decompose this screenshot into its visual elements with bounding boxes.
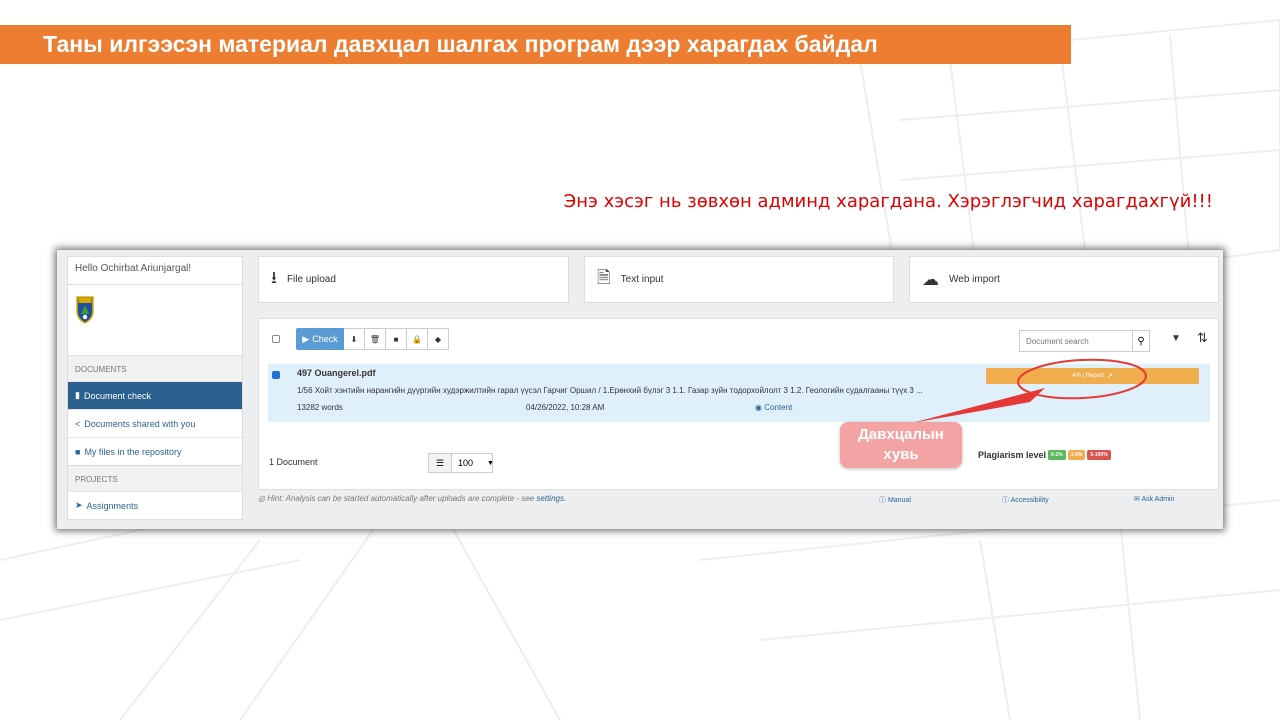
callout-line-1: Давхцалын [858, 426, 944, 443]
sidebar-item-shared-documents[interactable]: < Documents shared with you [68, 409, 242, 437]
info-icon: ⓘ [1002, 497, 1009, 504]
callout-line-2: хувь [883, 446, 919, 463]
badge-low: 0-1% [1048, 450, 1066, 460]
report-label: 4% | Report [1072, 373, 1104, 379]
play-icon: ▶ [302, 333, 310, 344]
ask-admin-link[interactable]: ✉ Ask Admin [1134, 495, 1175, 503]
sidebar: Hello Ochirbat Ariunjargal! DOCUMENTS ▮ … [67, 256, 243, 520]
lock-button[interactable]: 🔒 [407, 328, 428, 350]
slide-title: Таны илгээсэн материал давхцал шалгах пр… [43, 31, 878, 57]
sidebar-item-label: Assignments [86, 500, 139, 511]
projects-section-title: PROJECTS [68, 465, 242, 491]
check-button-label: Check [312, 334, 338, 344]
chevron-down-icon: ▼ [487, 459, 494, 467]
sidebar-item-label: Documents shared with you [84, 418, 196, 429]
eye-icon: ◉ [755, 403, 762, 412]
book-icon: ■ [75, 446, 81, 457]
check-button[interactable]: ▶ Check [296, 328, 344, 350]
tag-button[interactable]: ◆ [428, 328, 449, 350]
send-icon: ➤ [75, 500, 83, 510]
sidebar-item-repository[interactable]: ■ My files in the repository [68, 437, 242, 465]
admin-notice: Энэ хэсэг нь зөвхөн админд харагдана. Хэ… [563, 191, 1213, 212]
sidebar-user-card: Hello Ochirbat Ariunjargal! DOCUMENTS ▮ … [67, 256, 243, 520]
document-icon: 🗎 [597, 268, 611, 287]
envelope-icon: ✉ [1134, 496, 1140, 503]
search-button[interactable]: ⚲ [1132, 331, 1149, 351]
file-upload-label: File upload [286, 274, 336, 285]
delete-button[interactable]: 🗑 [365, 328, 386, 350]
filter-icon[interactable]: ▼ [1171, 333, 1181, 344]
info-icon: ⓘ [879, 497, 886, 504]
document-list-panel: ▶ Check ⬇ 🗑 ■ 🔒 ◆ ⚲ ▼ ⇅ 497 Ouangerel.pd… [258, 318, 1219, 490]
document-search-input[interactable] [1020, 331, 1132, 351]
documents-section-title: DOCUMENTS [68, 355, 242, 381]
select-all-checkbox[interactable] [272, 335, 280, 343]
tag-icon: ◆ [434, 334, 442, 344]
plagiarism-legend: Plagiarism level 0-1% 1-5% 5-100% [978, 450, 1111, 460]
book-icon: ■ [393, 334, 399, 344]
document-toolbar: ▶ Check ⬇ 🗑 ■ 🔒 ◆ [296, 328, 449, 350]
document-excerpt: 1/56 Хойт хэнтийн нарангийн дүүргийн худ… [297, 386, 923, 395]
app-screenshot: Hello Ochirbat Ariunjargal! DOCUMENTS ▮ … [57, 250, 1223, 529]
badge-high: 5-100% [1087, 450, 1111, 460]
settings-link[interactable]: settings. [536, 494, 566, 503]
download-button[interactable]: ⬇ [344, 328, 365, 350]
shield-logo-icon [76, 296, 94, 324]
accessibility-link[interactable]: ⓘ Accessibility [1002, 495, 1049, 505]
download-icon: ⬇ [350, 334, 358, 344]
document-count: 1 Document [269, 457, 318, 467]
upload-date: 04/26/2022, 10:28 AM [526, 403, 605, 412]
document-name[interactable]: 497 Ouangerel.pdf [297, 368, 376, 378]
repository-button[interactable]: ■ [386, 328, 407, 350]
per-page-select[interactable]: ☰ 100 ▼ [428, 453, 494, 473]
greeting: Hello Ochirbat Ariunjargal! [75, 263, 192, 274]
list-icon: ☰ [429, 454, 452, 472]
external-link-icon: ↗ [1106, 373, 1113, 380]
org-logo [68, 284, 242, 355]
share-icon: < [75, 418, 81, 429]
badge-medium: 1-5% [1067, 450, 1086, 460]
file-icon: ▮ [75, 390, 80, 400]
overlap-percentage-callout: Давхцалын хувь [840, 422, 962, 468]
text-input-button[interactable]: 🗎 Text input [584, 256, 894, 303]
file-upload-button[interactable]: ⭳ File upload [258, 256, 569, 303]
per-page-value[interactable]: 100 ▼ [452, 454, 494, 472]
content-link-label: Content [764, 403, 793, 412]
web-import-button[interactable]: ☁ Web import [909, 256, 1219, 303]
hint-text: ◎ Hint: Analysis can be started automati… [258, 494, 567, 503]
search-icon: ⚲ [1137, 335, 1145, 347]
content-link[interactable]: ◉ Content [755, 403, 792, 412]
web-import-label: Web import [949, 274, 1000, 285]
cloud-upload-icon: ☁ [922, 269, 939, 289]
manual-link[interactable]: ⓘ Manual [879, 495, 911, 505]
lock-icon: 🔒 [412, 334, 422, 344]
text-input-label: Text input [620, 274, 664, 285]
sidebar-item-label: My files in the repository [84, 446, 182, 457]
trash-icon: 🗑 [369, 334, 381, 344]
slide-title-bar: Таны илгээсэн материал давхцал шалгах пр… [0, 25, 1071, 64]
word-count: 13282 words [297, 403, 343, 412]
report-button[interactable]: 4% | Report ↗ [986, 368, 1199, 384]
sidebar-item-document-check[interactable]: ▮ Document check [68, 381, 242, 409]
sort-icon[interactable]: ⇅ [1197, 330, 1208, 346]
upload-icon: ⭳ [271, 268, 277, 287]
row-checkbox[interactable] [272, 371, 280, 379]
sidebar-item-assignments[interactable]: ➤ Assignments [68, 491, 242, 519]
sidebar-item-label: Document check [83, 390, 151, 401]
document-search: ⚲ [1019, 330, 1150, 352]
table-row[interactable]: 497 Ouangerel.pdf 1/56 Хойт хэнтийн нара… [268, 364, 1210, 422]
plagiarism-label: Plagiarism level [978, 450, 1047, 460]
lightbulb-icon: ◎ [258, 494, 265, 503]
